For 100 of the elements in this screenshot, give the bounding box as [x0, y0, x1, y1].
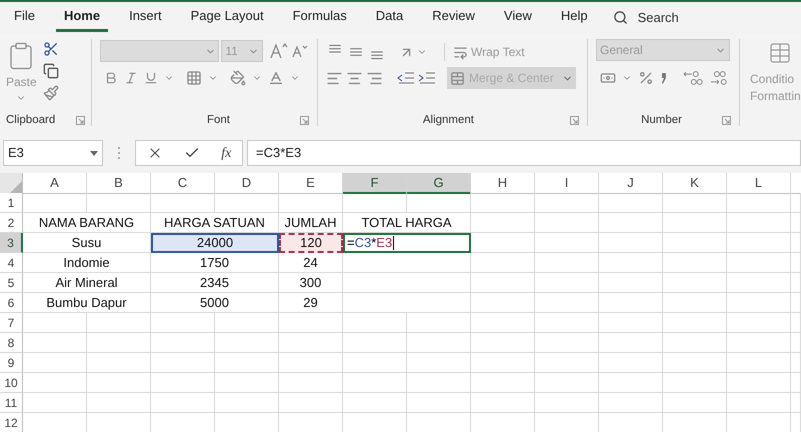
column-header[interactable]: E [279, 173, 343, 194]
empty-cell [407, 373, 471, 393]
row-header[interactable]: 2 [0, 213, 23, 233]
wrap-text-icon [453, 44, 468, 60]
empty-cell [599, 313, 663, 333]
increase-decimal-icon[interactable] [682, 69, 704, 87]
comma-style-icon[interactable] [660, 71, 668, 85]
merge-cells-icon [450, 70, 465, 86]
shrink-font-icon[interactable] [291, 43, 309, 59]
column-header[interactable]: F [343, 173, 407, 194]
empty-cell [471, 393, 535, 413]
row-header[interactable]: 6 [0, 293, 23, 313]
column-header[interactable]: L [727, 173, 791, 194]
column-header[interactable]: C [151, 173, 215, 194]
empty-cell [663, 353, 727, 373]
empty-cell [407, 313, 471, 333]
empty-cell [791, 313, 801, 333]
row-header[interactable]: 8 [0, 333, 23, 353]
cut-icon[interactable] [42, 41, 59, 57]
ribbon-tab[interactable]: File [6, 4, 43, 32]
empty-cell [727, 313, 791, 333]
bold-icon[interactable] [104, 71, 118, 85]
column-header[interactable]: D [215, 173, 279, 194]
empty-cell [791, 213, 801, 233]
dialog-launcher-icon[interactable] [722, 116, 731, 125]
empty-cell [279, 333, 343, 353]
empty-cell [151, 373, 215, 393]
table-cell: 29 [279, 293, 343, 313]
empty-cell [599, 253, 663, 273]
row-header[interactable]: 7 [0, 313, 23, 333]
empty-cell [663, 333, 727, 353]
group-label: Font [206, 114, 230, 126]
empty-cell [87, 313, 151, 333]
editing-cell[interactable]: =C3*E3 [343, 233, 471, 253]
column-header[interactable]: A [23, 173, 87, 194]
fill-color-icon[interactable] [230, 70, 246, 86]
ribbon-tab[interactable]: Page Layout [182, 4, 272, 32]
empty-cell [791, 333, 801, 353]
percent-icon[interactable] [638, 70, 654, 86]
empty-cell [407, 353, 471, 373]
underline-icon[interactable] [144, 71, 158, 85]
row-header[interactable]: 1 [0, 193, 23, 213]
ribbon-tab[interactable]: View [496, 4, 540, 32]
drag-handle-icon[interactable] [117, 146, 121, 160]
group-label: Clipboard [6, 114, 56, 126]
table-cell: 120 [279, 233, 343, 253]
name-box[interactable]: E3 [3, 140, 103, 166]
empty-cell [791, 253, 801, 273]
search-label[interactable]: Search [638, 8, 679, 28]
column-header[interactable]: I [535, 173, 599, 194]
format-painter-icon[interactable] [42, 85, 59, 101]
row-header[interactable]: 9 [0, 353, 23, 373]
formula-field[interactable]: =C3*E3 [247, 140, 801, 166]
empty-cell [599, 193, 663, 213]
ribbon-tab[interactable]: Insert [121, 4, 170, 32]
empty-cell [599, 293, 663, 313]
empty-cell [663, 273, 727, 293]
search-icon[interactable] [612, 10, 628, 25]
column-header[interactable]: B [87, 173, 151, 194]
dialog-launcher-icon[interactable] [300, 116, 309, 125]
empty-cell [151, 393, 215, 413]
empty-cell [599, 373, 663, 393]
column-header[interactable]: J [599, 173, 663, 194]
empty-cell [535, 373, 599, 393]
column-header[interactable]: G [407, 173, 471, 194]
empty-cell [663, 373, 727, 393]
empty-cell [727, 193, 791, 213]
empty-cell [599, 353, 663, 373]
row-header[interactable]: 10 [0, 373, 23, 393]
ribbon-tab[interactable]: Data [368, 4, 412, 32]
italic-icon[interactable] [124, 71, 138, 85]
group-label: Number [641, 114, 682, 126]
row-header[interactable]: 11 [0, 393, 23, 413]
row-header[interactable]: 3 [0, 233, 23, 253]
row-header[interactable]: 4 [0, 253, 23, 273]
table-cell: 24000 [151, 233, 279, 253]
column-header[interactable]: K [663, 173, 727, 194]
dialog-launcher-icon[interactable] [76, 116, 85, 125]
copy-icon[interactable] [42, 63, 59, 79]
decrease-indent-icon[interactable] [397, 70, 415, 86]
borders-icon[interactable] [186, 70, 202, 86]
empty-cell [535, 213, 599, 233]
ribbon-tab[interactable]: Review [424, 4, 483, 32]
font-color-icon[interactable] [268, 70, 284, 86]
empty-cell [535, 293, 599, 313]
ribbon-tab[interactable]: Help [552, 4, 596, 32]
empty-cell [663, 193, 727, 213]
empty-cell [599, 393, 663, 413]
grow-font-icon[interactable] [269, 42, 290, 60]
row-header[interactable]: 5 [0, 273, 23, 293]
empty-cell [471, 253, 535, 273]
empty-cell [535, 333, 599, 353]
insert-function-button[interactable]: fx [221, 142, 232, 164]
empty-cell [343, 353, 407, 373]
increase-indent-icon[interactable] [418, 70, 436, 86]
column-header[interactable]: H [471, 173, 535, 194]
dialog-launcher-icon[interactable] [570, 116, 579, 125]
empty-cell [471, 313, 535, 333]
ribbon-tab[interactable]: Formulas [284, 4, 355, 32]
empty-cell [791, 233, 801, 253]
